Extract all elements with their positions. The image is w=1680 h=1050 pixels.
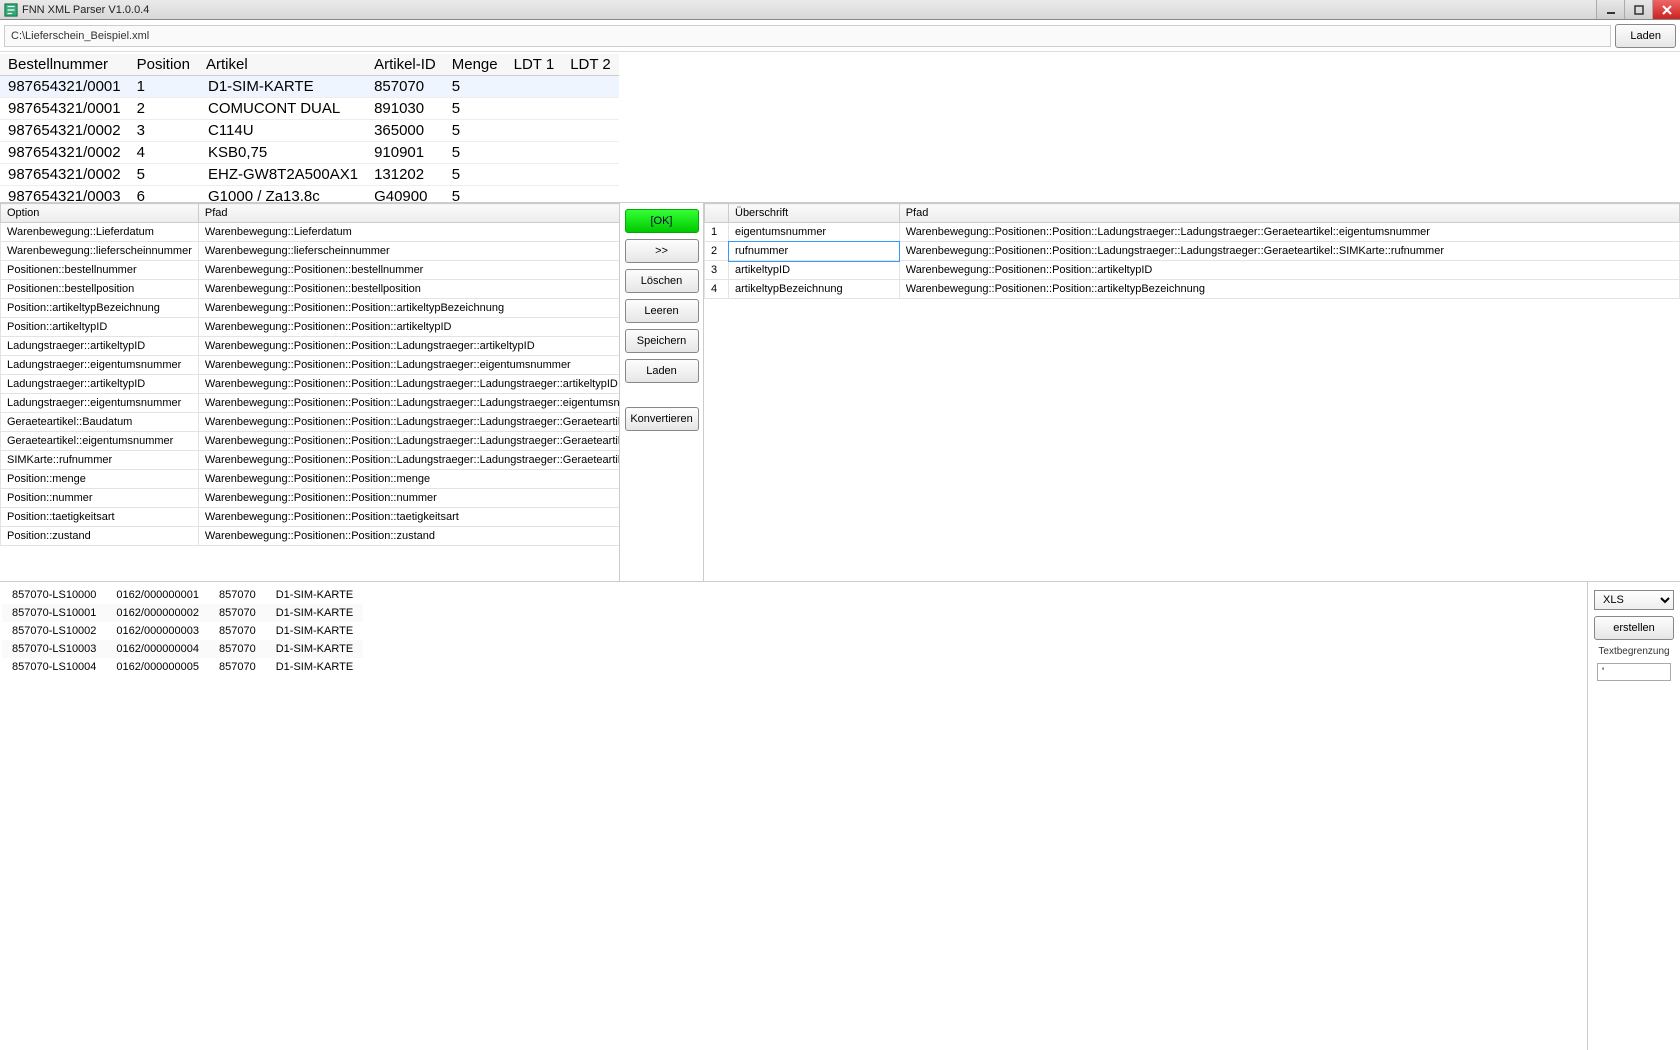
result-list[interactable]: 857070-LS100000162/000000001857070D1-SIM…	[2, 586, 363, 676]
file-load-button[interactable]: Laden	[1615, 24, 1676, 48]
text-limit-input[interactable]	[1597, 663, 1671, 681]
clear-button[interactable]: Leeren	[625, 299, 699, 323]
table-row[interactable]: 987654321/00036G1000 / Za13.8cG409005	[0, 186, 619, 203]
grid-header[interactable]: Pfad	[198, 204, 620, 223]
table-row[interactable]: 2rufnummerWarenbewegung::Positionen::Pos…	[705, 242, 1680, 261]
grid-header[interactable]	[705, 204, 729, 223]
text-limit-label: Textbegrenzung	[1596, 646, 1672, 657]
middle-button-column: [OK] >> Löschen Leeren Speichern Laden K…	[620, 203, 704, 581]
table-row[interactable]: Positionen::bestellnummerWarenbewegung::…	[1, 261, 621, 280]
list-item[interactable]: 857070-LS100030162/000000004857070D1-SIM…	[2, 640, 363, 658]
table-row[interactable]: Position::artikeltypBezeichnungWarenbewe…	[1, 299, 621, 318]
orders-table-header[interactable]: Artikel	[198, 54, 366, 76]
table-row[interactable]: 987654321/00012COMUCONT DUAL8910305	[0, 98, 619, 120]
table-row[interactable]: 3artikeltypIDWarenbewegung::Positionen::…	[705, 261, 1680, 280]
grid-header[interactable]: Überschrift	[729, 204, 900, 223]
table-row[interactable]: Position::artikeltypIDWarenbewegung::Pos…	[1, 318, 621, 337]
table-row[interactable]: Ladungstraeger::eigentumsnummerWarenbewe…	[1, 394, 621, 413]
orders-table-header[interactable]: LDT 2	[562, 54, 619, 76]
maximize-button[interactable]	[1624, 0, 1652, 19]
orders-table-header[interactable]: Menge	[444, 54, 506, 76]
app-icon	[4, 3, 18, 17]
table-row[interactable]: Position::taetigkeitsartWarenbewegung::P…	[1, 508, 621, 527]
table-row[interactable]: Geraeteartikel::eigentumsnummerWarenbewe…	[1, 432, 621, 451]
file-path-field[interactable]: C:\Lieferschein_Beispiel.xml	[4, 25, 1611, 47]
window-title: FNN XML Parser V1.0.0.4	[22, 4, 149, 16]
orders-table[interactable]: BestellnummerPositionArtikelArtikel-IDMe…	[0, 54, 619, 202]
orders-table-header[interactable]: Bestellnummer	[0, 54, 129, 76]
list-item[interactable]: 857070-LS100000162/000000001857070D1-SIM…	[2, 586, 363, 604]
orders-table-header[interactable]: LDT 1	[506, 54, 563, 76]
convert-button[interactable]: Konvertieren	[625, 407, 699, 431]
table-row[interactable]: SIMKarte::rufnummerWarenbewegung::Positi…	[1, 451, 621, 470]
list-item[interactable]: 857070-LS100040162/000000005857070D1-SIM…	[2, 658, 363, 676]
table-row[interactable]: Geraeteartikel::BaudatumWarenbewegung::P…	[1, 413, 621, 432]
table-row[interactable]: Ladungstraeger::artikeltypIDWarenbewegun…	[1, 375, 621, 394]
export-panel: XLS erstellen Textbegrenzung	[1588, 582, 1680, 1050]
options-grid[interactable]: OptionPfadWarenbewegung::LieferdatumWare…	[0, 203, 620, 546]
title-bar: FNN XML Parser V1.0.0.4	[0, 0, 1680, 20]
file-bar: C:\Lieferschein_Beispiel.xml Laden	[0, 20, 1680, 52]
table-row[interactable]: 1eigentumsnummerWarenbewegung::Positione…	[705, 223, 1680, 242]
list-item[interactable]: 857070-LS100010162/000000002857070D1-SIM…	[2, 604, 363, 622]
grid-header[interactable]: Option	[1, 204, 199, 223]
ok-button[interactable]: [OK]	[625, 209, 699, 233]
table-row[interactable]: 4artikeltypBezeichnungWarenbewegung::Pos…	[705, 280, 1680, 299]
table-row[interactable]: Ladungstraeger::artikeltypIDWarenbewegun…	[1, 337, 621, 356]
delete-button[interactable]: Löschen	[625, 269, 699, 293]
orders-table-header[interactable]: Position	[129, 54, 198, 76]
table-row[interactable]: Ladungstraeger::eigentumsnummerWarenbewe…	[1, 356, 621, 375]
minimize-button[interactable]	[1596, 0, 1624, 19]
table-row[interactable]: 987654321/00025EHZ-GW8T2A500AX11312025	[0, 164, 619, 186]
load-button[interactable]: Laden	[625, 359, 699, 383]
save-button[interactable]: Speichern	[625, 329, 699, 353]
grid-header[interactable]: Pfad	[899, 204, 1679, 223]
table-row[interactable]: Position::zustandWarenbewegung::Position…	[1, 527, 621, 546]
orders-table-header[interactable]: Artikel-ID	[366, 54, 444, 76]
table-row[interactable]: 987654321/00023C114U3650005	[0, 120, 619, 142]
export-format-select[interactable]: XLS	[1594, 590, 1674, 610]
table-row[interactable]: 987654321/00011D1-SIM-KARTE8570705	[0, 76, 619, 98]
table-row[interactable]: Warenbewegung::lieferscheinnummerWarenbe…	[1, 242, 621, 261]
table-row[interactable]: Position::mengeWarenbewegung::Positionen…	[1, 470, 621, 489]
table-row[interactable]: Warenbewegung::LieferdatumWarenbewegung:…	[1, 223, 621, 242]
list-item[interactable]: 857070-LS100020162/000000003857070D1-SIM…	[2, 622, 363, 640]
close-button[interactable]	[1652, 0, 1680, 19]
table-row[interactable]: Position::nummerWarenbewegung::Positione…	[1, 489, 621, 508]
move-right-button[interactable]: >>	[625, 239, 699, 263]
table-row[interactable]: Positionen::bestellpositionWarenbewegung…	[1, 280, 621, 299]
mapping-grid[interactable]: ÜberschriftPfad1eigentumsnummerWarenbewe…	[704, 203, 1680, 299]
export-create-button[interactable]: erstellen	[1594, 616, 1674, 640]
table-row[interactable]: 987654321/00024KSB0,759109015	[0, 142, 619, 164]
